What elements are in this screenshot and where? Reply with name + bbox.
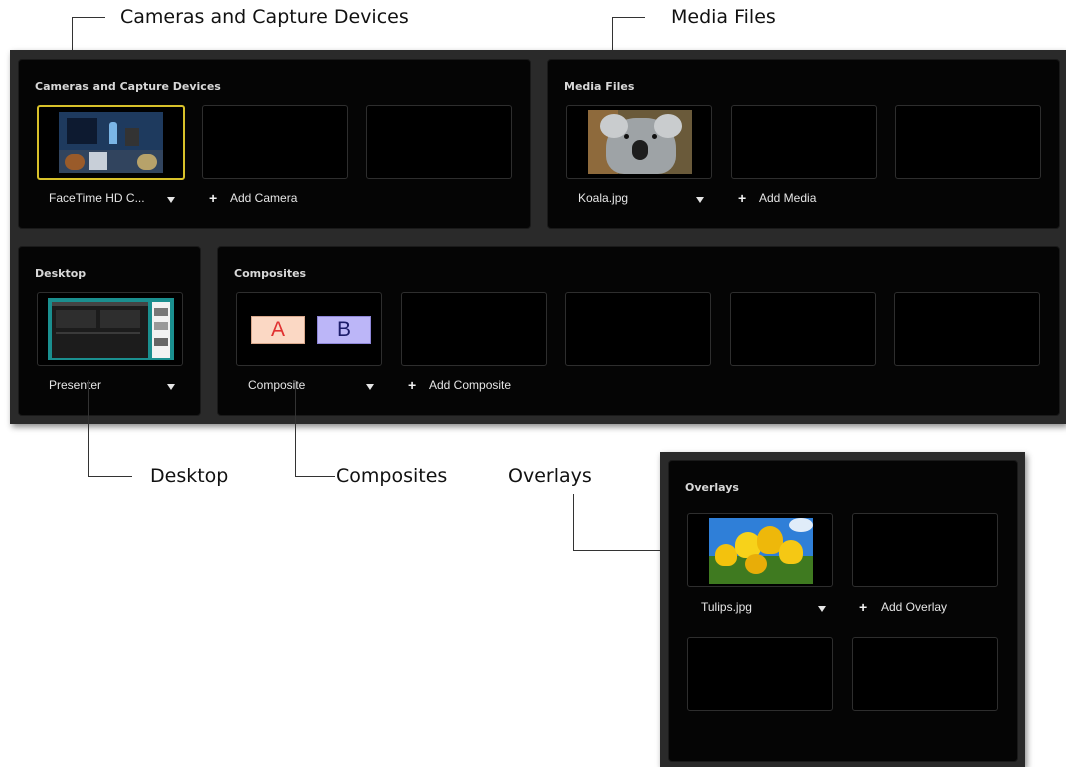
desktop-source-label: Presenter (49, 378, 102, 392)
media-source-label: Koala.jpg (578, 191, 629, 205)
overlays-panel: Overlays Tulips.jpg + Add Overlay (668, 460, 1018, 762)
overlay-slot-empty[interactable] (687, 637, 833, 711)
callout-cameras: Cameras and Capture Devices (120, 6, 409, 28)
camera-slot-active[interactable] (37, 105, 185, 180)
desktop-panel: Desktop Presenter (18, 246, 201, 416)
overlay-slot-empty[interactable] (852, 513, 998, 587)
callout-line (88, 380, 89, 476)
panel-title: Desktop (35, 267, 87, 280)
panel-title: Composites (234, 267, 307, 280)
media-panel: Media Files Koala.jpg + Add Media (547, 59, 1060, 229)
media-slot-empty[interactable] (731, 105, 877, 179)
callout-line (295, 476, 335, 477)
overlay-slot-empty[interactable] (852, 637, 998, 711)
camera-slot-empty[interactable] (202, 105, 348, 179)
plus-icon[interactable]: + (859, 600, 867, 614)
composite-slot-empty[interactable] (894, 292, 1040, 366)
callout-desktop: Desktop (150, 465, 229, 487)
camera-thumbnail (59, 112, 163, 173)
callout-media: Media Files (671, 6, 776, 28)
tulips-thumbnail (709, 518, 813, 584)
overlay-source-label: Tulips.jpg (701, 600, 752, 614)
callout-line (72, 17, 105, 18)
add-media-button[interactable]: Add Media (759, 191, 816, 205)
dropdown-arrow-icon[interactable] (366, 384, 374, 390)
callout-line (573, 494, 574, 550)
plus-icon[interactable]: + (738, 191, 746, 205)
callout-line (612, 17, 645, 18)
callout-overlays: Overlays (508, 465, 592, 487)
composite-slot-empty[interactable] (565, 292, 711, 366)
panel-title: Cameras and Capture Devices (35, 80, 221, 93)
camera-source-label: FaceTime HD C... (49, 191, 145, 205)
composite-slot-empty[interactable] (401, 292, 547, 366)
add-composite-button[interactable]: Add Composite (429, 378, 511, 392)
camera-slot-empty[interactable] (366, 105, 512, 179)
composite-slot[interactable]: A B (236, 292, 382, 366)
cameras-panel: Cameras and Capture Devices FaceTime HD … (18, 59, 531, 229)
dropdown-arrow-icon[interactable] (167, 384, 175, 390)
composite-source-label: Composite (248, 378, 306, 392)
media-slot-empty[interactable] (895, 105, 1041, 179)
composites-panel: Composites A B Composite + Add Composite (217, 246, 1060, 416)
callout-line (295, 380, 296, 476)
desktop-thumbnail (48, 298, 174, 360)
dropdown-arrow-icon[interactable] (818, 606, 826, 612)
plus-icon[interactable]: + (408, 378, 416, 392)
dropdown-arrow-icon[interactable] (696, 197, 704, 203)
plus-icon[interactable]: + (209, 191, 217, 205)
dropdown-arrow-icon[interactable] (167, 197, 175, 203)
composite-slot-empty[interactable] (730, 292, 876, 366)
add-overlay-button[interactable]: Add Overlay (881, 600, 947, 614)
composite-box-b: B (317, 316, 371, 344)
desktop-slot[interactable] (37, 292, 183, 366)
composite-box-a: A (251, 316, 305, 344)
add-camera-button[interactable]: Add Camera (230, 191, 297, 205)
panel-title: Media Files (564, 80, 635, 93)
overlay-slot[interactable] (687, 513, 833, 587)
callout-composites: Composites (336, 465, 448, 487)
media-slot[interactable] (566, 105, 712, 179)
panel-title: Overlays (685, 481, 739, 494)
callout-line (88, 476, 132, 477)
koala-thumbnail (588, 110, 692, 174)
